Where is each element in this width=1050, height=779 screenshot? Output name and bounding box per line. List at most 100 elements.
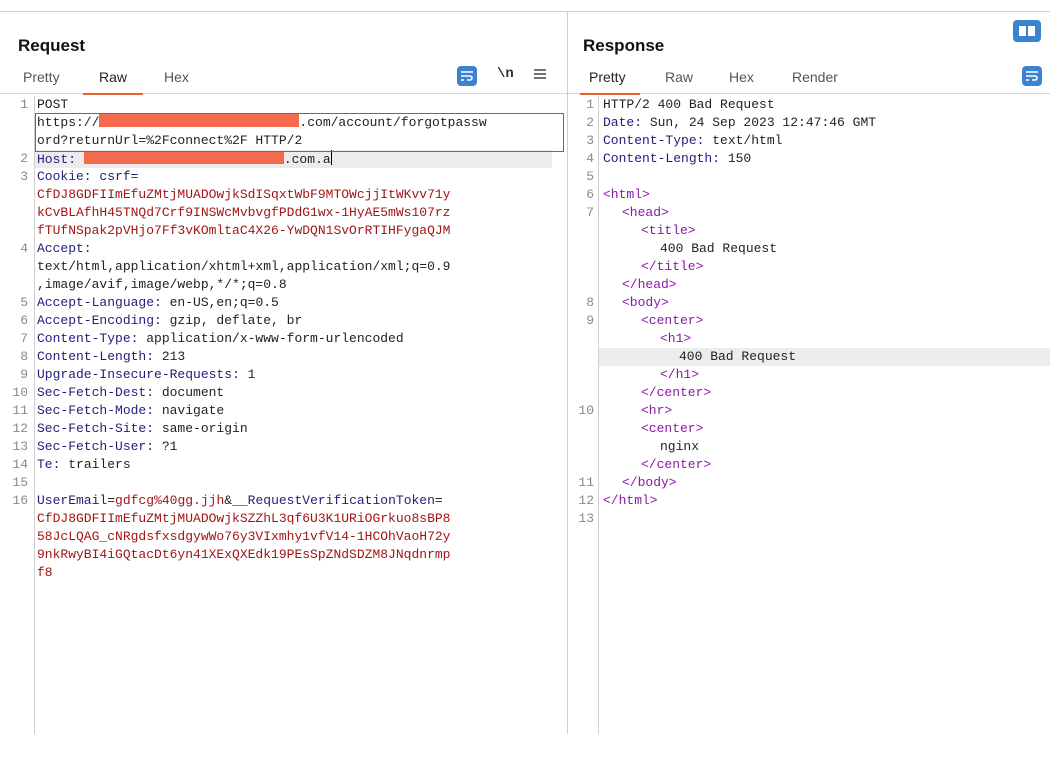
response-tab-render[interactable]: Render (792, 69, 838, 85)
header-key: Content-Type: (37, 331, 147, 346)
header-key: Accept-Encoding: (37, 313, 170, 328)
request-tab-hex[interactable]: Hex (164, 69, 189, 85)
header-key: Sec-Fetch-Mode: (37, 403, 162, 418)
header-value: 1 (247, 367, 256, 382)
line-number: 4 (586, 151, 594, 166)
newline-toggle-icon[interactable]: \n (497, 66, 514, 82)
line-number: 16 (12, 493, 28, 508)
redacted-host (83, 151, 284, 164)
header-value: gzip, deflate, br (169, 313, 303, 328)
header-key: Accept-Language: (37, 295, 170, 310)
request-line-2: Host: .com.a (37, 150, 332, 168)
html-text: 400 Bad Request (660, 241, 778, 256)
request-active-tab-underline (83, 93, 143, 95)
current-line-highlight (599, 348, 1050, 366)
header-value: trailers (68, 457, 131, 472)
header-value: application/x-www-form-urlencoded (146, 331, 404, 346)
line-number: 13 (12, 439, 28, 454)
pane-divider[interactable] (567, 12, 568, 734)
request-line-1: POST (37, 96, 68, 114)
header-value: 150 (727, 151, 752, 166)
html-tag: <hr> (641, 403, 673, 418)
line-number: 14 (12, 457, 28, 472)
cookie-value: fTUfNSpak2pVHjo7Ff3vKOmltaC4X26-YwDQN1Sv… (37, 223, 451, 238)
hamburger-menu-icon[interactable] (533, 67, 547, 86)
request-tab-pretty[interactable]: Pretty (23, 69, 60, 85)
header-key: Date: (603, 115, 650, 130)
cookie-value: CfDJ8GDFIImEfuZMtjMUADOwjkSdISqxtWbF9MTO… (37, 187, 451, 202)
body-param-value: gdfcg%40gg.jjh (115, 493, 225, 508)
line-number: 2 (586, 115, 594, 130)
html-tag: </center> (641, 457, 712, 472)
response-tab-hex[interactable]: Hex (729, 69, 754, 85)
word-wrap-icon[interactable] (1022, 66, 1042, 86)
line-number: 6 (20, 313, 28, 328)
header-key: Sec-Fetch-Site: (37, 421, 162, 436)
html-tag: </center> (641, 385, 712, 400)
line-number: 15 (12, 475, 28, 490)
request-line-3: Cookie: csrf= (37, 168, 138, 186)
header-value: text/html,application/xhtml+xml,applicat… (37, 259, 451, 274)
body-param-value: CfDJ8GDFIImEfuZMtjMUADOwjkSZZhL3qf6U3K1U… (37, 511, 451, 526)
split-layout-icon[interactable] (1013, 20, 1041, 42)
line-number: 11 (578, 475, 594, 490)
html-tag: <body> (622, 295, 669, 310)
line-number: 3 (20, 169, 28, 184)
response-tab-raw[interactable]: Raw (665, 69, 693, 85)
line-number: 8 (586, 295, 594, 310)
html-tag: </h1> (660, 367, 700, 382)
html-tag: </title> (641, 259, 704, 274)
line-number: 6 (586, 187, 594, 202)
response-tab-pretty[interactable]: Pretty (589, 69, 626, 85)
response-editor[interactable]: HTTP/2 400 Bad Request Date: Sun, 24 Sep… (603, 96, 876, 528)
line-number: 1 (20, 97, 28, 112)
response-title: Response (583, 36, 665, 55)
line-number: 12 (578, 493, 594, 508)
line-number: 12 (12, 421, 28, 436)
request-tab-raw[interactable]: Raw (99, 69, 127, 85)
request-title: Request (18, 36, 86, 55)
html-text: nginx (660, 439, 700, 454)
line-number: 1 (586, 97, 594, 112)
body-param-value: f8 (37, 565, 53, 580)
header-value: en-US,en;q=0.5 (169, 295, 279, 310)
header-key: Te: (37, 457, 69, 472)
response-tab-rule (568, 93, 1050, 94)
url-highlight-box (35, 113, 564, 152)
top-border (0, 11, 1050, 12)
header-value: .com.a (283, 152, 331, 167)
body-param-value: 58JcLQAG_cNRgdsfxsdgywWo76y3VIxmhy1vfV14… (37, 529, 451, 544)
body-equals: = (107, 493, 116, 508)
html-text: 400 Bad Request (679, 349, 797, 364)
html-tag: </html> (603, 493, 658, 508)
line-number: 9 (20, 367, 28, 382)
html-tag: </body> (622, 475, 677, 490)
header-key: Content-Type: (603, 133, 713, 148)
word-wrap-icon[interactable] (457, 66, 477, 86)
line-number: 8 (20, 349, 28, 364)
text-cursor (330, 150, 332, 165)
header-key: Sec-Fetch-Dest: (37, 385, 162, 400)
response-gutter (598, 96, 599, 734)
html-tag: <center> (641, 421, 704, 436)
header-value: ?1 (161, 439, 178, 454)
line-number: 7 (20, 331, 28, 346)
request-editor[interactable]: POST https://.com/account/forgotpassw or… (37, 96, 487, 600)
line-number: 2 (20, 151, 28, 166)
html-tag: <h1> (660, 331, 692, 346)
header-value: Sun, 24 Sep 2023 12:47:46 GMT (649, 115, 877, 130)
header-key: Content-Length: (37, 349, 162, 364)
http-method: POST (37, 97, 69, 112)
response-active-tab-underline (580, 93, 640, 95)
header-key: Host: (37, 152, 84, 167)
line-number: 3 (586, 133, 594, 148)
header-value: document (161, 385, 225, 400)
header-key: Content-Length: (603, 151, 728, 166)
header-key: Sec-Fetch-User: (37, 439, 162, 454)
line-number: 9 (586, 313, 594, 328)
body-param-key: UserEmail (37, 493, 108, 508)
header-value: navigate (161, 403, 225, 418)
line-number: 13 (578, 511, 594, 526)
html-tag: <html> (603, 187, 650, 202)
html-tag: <center> (641, 313, 704, 328)
